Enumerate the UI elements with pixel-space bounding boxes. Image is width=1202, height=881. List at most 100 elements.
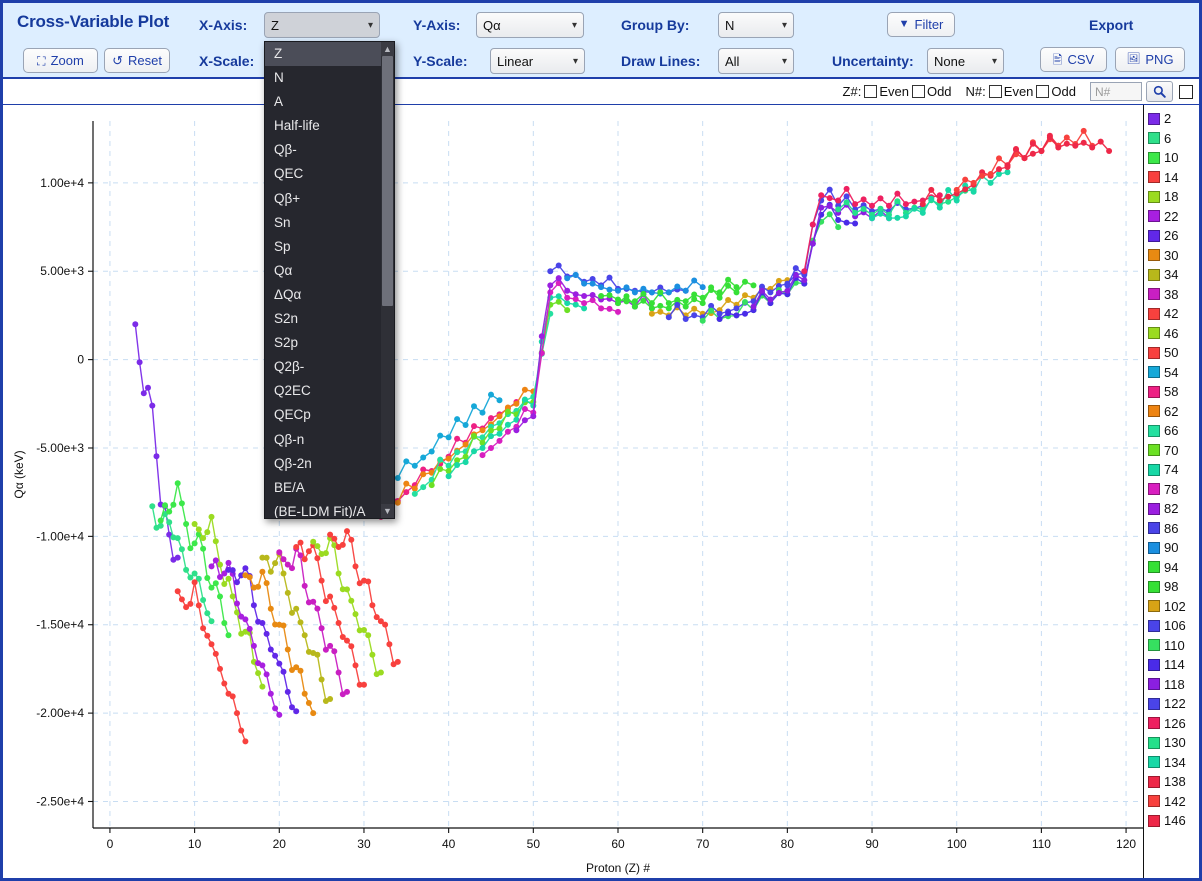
series-point[interactable] xyxy=(962,186,969,193)
dropdown-option-16[interactable]: Qβ-n xyxy=(265,428,381,452)
series-point[interactable] xyxy=(835,206,842,213)
series-point[interactable] xyxy=(691,312,698,319)
series-point[interactable] xyxy=(767,296,774,303)
series-point[interactable] xyxy=(437,466,444,472)
series-point[interactable] xyxy=(496,413,503,420)
dropdown-option-13[interactable]: Q2β- xyxy=(265,355,381,379)
legend-item[interactable]: 126 xyxy=(1148,714,1199,734)
series-point[interactable] xyxy=(229,593,236,600)
series-point[interactable] xyxy=(860,196,867,203)
series-point[interactable] xyxy=(640,297,647,304)
series-point[interactable] xyxy=(284,646,291,653)
series-point[interactable] xyxy=(166,519,173,526)
series-point[interactable] xyxy=(263,580,270,587)
legend-item[interactable]: 62 xyxy=(1148,402,1199,422)
series-point[interactable] xyxy=(496,397,503,404)
legend-item[interactable]: 82 xyxy=(1148,499,1199,519)
dropdown-option-8[interactable]: Sp xyxy=(265,235,381,259)
series-point[interactable] xyxy=(344,688,350,695)
series-point[interactable] xyxy=(348,643,355,650)
series-point[interactable] xyxy=(335,669,342,676)
series-point[interactable] xyxy=(242,616,249,623)
series-point[interactable] xyxy=(225,559,232,566)
series-point[interactable] xyxy=(263,671,270,678)
series-point[interactable] xyxy=(318,625,325,632)
series-point[interactable] xyxy=(581,293,588,299)
series-point[interactable] xyxy=(742,278,748,285)
legend-item[interactable]: 22 xyxy=(1148,207,1199,227)
series-point[interactable] xyxy=(504,428,511,435)
scrollbar-thumb[interactable] xyxy=(382,56,393,306)
series-point[interactable] xyxy=(708,307,715,314)
series-point[interactable] xyxy=(606,292,613,299)
series-point[interactable] xyxy=(331,604,338,611)
series-point[interactable] xyxy=(411,462,418,469)
dropdown-option-9[interactable]: Qα xyxy=(265,259,381,283)
series-point[interactable] xyxy=(445,473,452,480)
legend-item[interactable]: 26 xyxy=(1148,226,1199,246)
series-point[interactable] xyxy=(852,209,859,216)
series-point[interactable] xyxy=(344,586,350,593)
legend-item[interactable]: 54 xyxy=(1148,363,1199,383)
series-point[interactable] xyxy=(314,651,321,658)
series-point[interactable] xyxy=(191,521,198,527)
series-point[interactable] xyxy=(775,289,782,296)
series-point[interactable] xyxy=(174,588,181,595)
series-point[interactable] xyxy=(809,221,816,228)
series-point[interactable] xyxy=(445,455,452,462)
series-point[interactable] xyxy=(221,581,228,587)
n-even-checkbox[interactable]: Even xyxy=(988,84,1033,99)
series-point[interactable] xyxy=(335,620,342,626)
series-point[interactable] xyxy=(394,475,401,481)
series-point[interactable] xyxy=(322,550,329,557)
series-point[interactable] xyxy=(750,303,757,310)
series-point[interactable] xyxy=(547,268,554,275)
series-point[interactable] xyxy=(987,179,994,186)
series-point[interactable] xyxy=(221,620,228,626)
legend-item[interactable]: 122 xyxy=(1148,694,1199,714)
series-point[interactable] xyxy=(691,305,698,312)
series-point[interactable] xyxy=(826,203,833,209)
series-point[interactable] xyxy=(682,298,689,305)
cross-variable-scatter-plot[interactable]: 0 10 20 30 40 50 60 70 80 90 100 110 1201.00e+45.00e… xyxy=(3,105,1199,878)
series-point[interactable] xyxy=(665,300,672,307)
series-point[interactable] xyxy=(488,427,494,434)
legend-item[interactable]: 34 xyxy=(1148,265,1199,285)
series-point[interactable] xyxy=(538,333,545,340)
dropdown-option-1[interactable]: N xyxy=(265,66,381,90)
series-point[interactable] xyxy=(208,618,215,625)
legend-item[interactable]: 14 xyxy=(1148,168,1199,188)
series-point[interactable] xyxy=(970,179,977,186)
n-number-input[interactable] xyxy=(1090,82,1142,101)
series-point[interactable] xyxy=(581,280,588,287)
series-point[interactable] xyxy=(962,176,969,183)
draw-lines-select[interactable]: All ▾ xyxy=(718,48,794,74)
series-point[interactable] xyxy=(479,452,486,459)
series-point[interactable] xyxy=(394,499,401,506)
series-point[interactable] xyxy=(174,535,181,542)
zoom-button[interactable]: ⛶ Zoom xyxy=(23,48,98,73)
series-point[interactable] xyxy=(234,710,240,717)
dropdown-option-2[interactable]: A xyxy=(265,90,381,114)
series-point[interactable] xyxy=(462,422,469,428)
series-point[interactable] xyxy=(759,287,765,294)
series-point[interactable] xyxy=(894,190,901,197)
series-point[interactable] xyxy=(259,683,266,690)
series-point[interactable] xyxy=(521,396,528,403)
series-point[interactable] xyxy=(564,300,571,307)
checkbox-icon[interactable] xyxy=(1036,85,1050,98)
series-legend[interactable]: 2 6 10 14 18 22 26 30 34 38 42 46 50 54 58 62 66 70 74 78 82… xyxy=(1143,105,1199,878)
series-point[interactable] xyxy=(488,433,494,440)
series-point[interactable] xyxy=(195,602,202,609)
series-point[interactable] xyxy=(225,575,232,582)
series-point[interactable] xyxy=(488,445,494,451)
series-point[interactable] xyxy=(615,308,621,315)
series-point[interactable] xyxy=(272,560,279,567)
series-point[interactable] xyxy=(454,435,461,442)
series-point[interactable] xyxy=(928,195,935,202)
series-point[interactable] xyxy=(280,570,287,577)
series-point[interactable] xyxy=(217,593,223,600)
series-point[interactable] xyxy=(212,650,219,657)
series-point[interactable] xyxy=(640,290,647,297)
series-point[interactable] xyxy=(835,217,842,223)
